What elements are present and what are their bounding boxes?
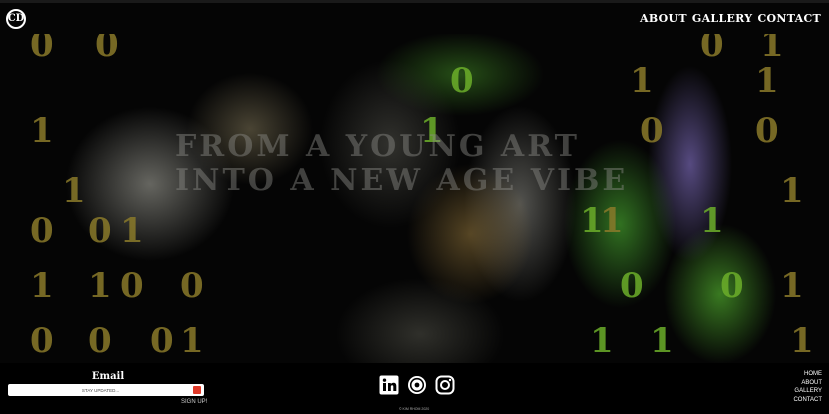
binary-digit: 1: [580, 201, 604, 241]
binary-digit: 0: [620, 266, 644, 306]
site-logo[interactable]: CD: [6, 8, 26, 29]
binary-digit: 1: [755, 61, 779, 101]
instagram-icon[interactable]: [435, 375, 455, 395]
binary-digit: 1: [780, 171, 804, 211]
linkedin-icon[interactable]: [379, 375, 399, 395]
binary-digit: 1: [30, 266, 54, 306]
email-signup-form: [8, 384, 204, 396]
binary-digit: 0: [30, 211, 54, 251]
brand-logo-icon[interactable]: [407, 375, 427, 395]
binary-digit: 0: [120, 266, 144, 306]
binary-digit: 0: [30, 34, 54, 65]
binary-digit: 1: [62, 171, 86, 211]
footer-link-about[interactable]: About: [793, 379, 822, 388]
binary-digit: 0: [720, 266, 744, 306]
hero-tagline-line-1: From a young art: [175, 129, 580, 164]
footer-link-contact[interactable]: Contact: [793, 396, 822, 405]
hero-tagline: From a young art into a new age vibe: [175, 130, 695, 198]
email-input[interactable]: [8, 384, 193, 396]
binary-digit: 1: [650, 321, 674, 361]
site-header: CD About Gallery Contact: [0, 0, 829, 34]
binary-digit: 1: [790, 321, 814, 361]
nav-link-contact[interactable]: Contact: [757, 12, 821, 25]
hero-tagline-line-2: into a new age vibe: [175, 163, 629, 198]
binary-digit: 1: [630, 61, 654, 101]
binary-digit: 0: [95, 34, 119, 65]
page: CD About Gallery Contact 101010101000100…: [0, 0, 829, 414]
binary-digit: 1: [30, 111, 54, 151]
binary-digit: 1: [120, 211, 144, 251]
binary-digit: 0: [450, 61, 474, 101]
binary-digit: 0: [755, 111, 779, 151]
binary-digit: 1: [590, 321, 614, 361]
nav-link-about[interactable]: About: [640, 12, 687, 25]
footer-link-gallery[interactable]: Gallery: [793, 387, 822, 396]
social-links: [379, 375, 455, 395]
email-heading: Email: [91, 371, 125, 382]
binary-digit: 1: [760, 34, 784, 65]
footer-nav: Home About Gallery Contact: [793, 370, 822, 404]
binary-digit: 1: [780, 266, 804, 306]
binary-digit: 0: [30, 321, 54, 361]
binary-digit: 1: [700, 201, 724, 241]
nav-link-gallery[interactable]: Gallery: [692, 12, 753, 25]
email-submit-button[interactable]: [193, 386, 201, 394]
hero-artwork: 101010101000100011011110110101101 From a…: [0, 34, 829, 363]
binary-digit: 0: [180, 266, 204, 306]
binary-digit: 0: [700, 34, 724, 65]
binary-digit: 0: [88, 211, 112, 251]
footer-link-home[interactable]: Home: [793, 370, 822, 379]
binary-digit: 1: [88, 266, 112, 306]
binary-digit: 0: [150, 321, 174, 361]
binary-digit: 1: [180, 321, 204, 361]
copyright-text: © KIM RHOM 2020: [399, 407, 430, 411]
site-footer: Email SIGN UP!: [0, 363, 829, 414]
binary-digit: 0: [88, 321, 112, 361]
signup-link[interactable]: SIGN UP!: [181, 399, 207, 405]
binary-digits-overlay: 101010101000100011011110110101101: [0, 34, 829, 363]
header-nav: About Gallery Contact: [640, 12, 821, 25]
